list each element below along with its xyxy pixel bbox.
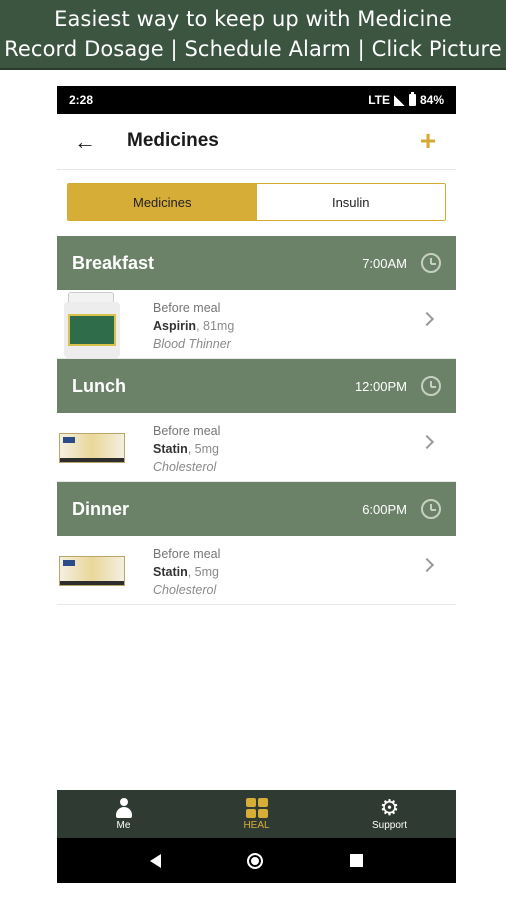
medicine-timing: Before meal: [153, 547, 221, 561]
medicine-row-statin-dinner[interactable]: Before meal Statin, 5mg Cholesterol: [57, 536, 456, 605]
meal-time[interactable]: 6:00PM: [362, 502, 407, 517]
medicine-timing: Before meal: [153, 301, 221, 315]
medicine-photo[interactable]: [57, 413, 127, 482]
medicine-timing: Before meal: [153, 424, 221, 438]
nav-label: Support: [371, 819, 408, 831]
meal-header-dinner: Dinner 6:00PM: [57, 482, 456, 536]
alarm-clock-icon[interactable]: [421, 376, 441, 396]
medicine-purpose: Blood Thinner: [153, 337, 231, 351]
back-arrow-icon[interactable]: ←: [71, 128, 99, 156]
medicine-details: Before meal Statin, 5mg Cholesterol: [153, 422, 220, 476]
medicine-details: Before meal Aspirin, 81mg Blood Thinner: [153, 299, 234, 353]
nav-item-heal[interactable]: HEAL: [190, 790, 323, 838]
battery-level: 84%: [419, 93, 444, 107]
app-bar: ← Medicines +: [57, 114, 456, 170]
medicine-details: Before meal Statin, 5mg Cholesterol: [153, 545, 220, 599]
medicine-dose: , 5mg: [187, 442, 219, 456]
nav-label: Me: [116, 819, 131, 831]
back-triangle-icon[interactable]: [150, 853, 162, 868]
alarm-clock-icon[interactable]: [421, 253, 441, 273]
page-title: Medicines: [127, 130, 219, 151]
medicine-row-aspirin[interactable]: Before meal Aspirin, 81mg Blood Thinner: [57, 290, 456, 359]
pill-box-icon: [59, 555, 125, 586]
medicine-name: Aspirin: [153, 319, 197, 333]
add-plus-icon[interactable]: +: [414, 125, 442, 156]
banner-line-1: Easiest way to keep up with Medicine: [54, 7, 452, 31]
person-icon: [115, 797, 132, 818]
signal-icon: [393, 94, 405, 106]
medicine-name: Statin: [153, 442, 188, 456]
chevron-right-icon[interactable]: [419, 311, 435, 327]
pill-box-icon: [59, 432, 125, 463]
nav-item-me[interactable]: Me: [57, 790, 190, 838]
status-time: 2:28: [69, 93, 94, 107]
network-label: LTE: [368, 93, 390, 107]
banner-line-2: Record Dosage | Schedule Alarm | Click P…: [4, 37, 502, 61]
gear-icon: ⚙: [379, 794, 400, 820]
nav-item-support[interactable]: ⚙ Support: [323, 790, 456, 838]
meal-header-lunch: Lunch 12:00PM: [57, 359, 456, 413]
nav-label: HEAL: [243, 819, 270, 831]
tab-insulin[interactable]: Insulin: [257, 184, 446, 220]
alarm-clock-icon[interactable]: [421, 499, 441, 519]
meal-name: Dinner: [72, 498, 130, 519]
home-circle-icon[interactable]: [247, 852, 264, 869]
battery-icon: [408, 92, 416, 106]
medicine-photo[interactable]: [57, 536, 127, 605]
recents-square-icon[interactable]: [349, 854, 363, 867]
tab-medicines[interactable]: Medicines: [68, 184, 257, 220]
medicine-dose: , 5mg: [187, 565, 219, 579]
medicine-photo[interactable]: [57, 290, 127, 359]
medicine-purpose: Cholesterol: [153, 583, 217, 597]
grid-icon: [245, 797, 268, 818]
meal-header-breakfast: Breakfast 7:00AM: [57, 236, 456, 290]
medicine-name-dose: Aspirin, 81mg: [153, 317, 234, 335]
medicine-row-statin-lunch[interactable]: Before meal Statin, 5mg Cholesterol: [57, 413, 456, 482]
bottom-nav: Me HEAL ⚙ Support: [57, 790, 456, 838]
phone-screen: 2:28 LTE 84% ← Medicines + Medicines Ins…: [57, 86, 456, 883]
status-right: LTE 84%: [368, 92, 444, 107]
system-nav-bar: [57, 838, 456, 883]
meal-time[interactable]: 7:00AM: [362, 256, 407, 271]
status-bar: 2:28 LTE 84%: [57, 86, 456, 114]
pill-bottle-icon: [62, 291, 122, 358]
meal-name: Lunch: [72, 375, 126, 396]
chevron-right-icon[interactable]: [419, 557, 435, 573]
chevron-right-icon[interactable]: [419, 434, 435, 450]
medicine-purpose: Cholesterol: [153, 460, 217, 474]
medicine-name-dose: Statin, 5mg: [153, 563, 220, 581]
promo-banner: Easiest way to keep up with Medicine Rec…: [0, 0, 506, 70]
medicine-dose: , 81mg: [196, 319, 235, 333]
meal-time[interactable]: 12:00PM: [355, 379, 407, 394]
medicine-name-dose: Statin, 5mg: [153, 440, 220, 458]
segmented-control: Medicines Insulin: [67, 183, 446, 221]
medicine-name: Statin: [153, 565, 188, 579]
meal-name: Breakfast: [72, 252, 155, 273]
